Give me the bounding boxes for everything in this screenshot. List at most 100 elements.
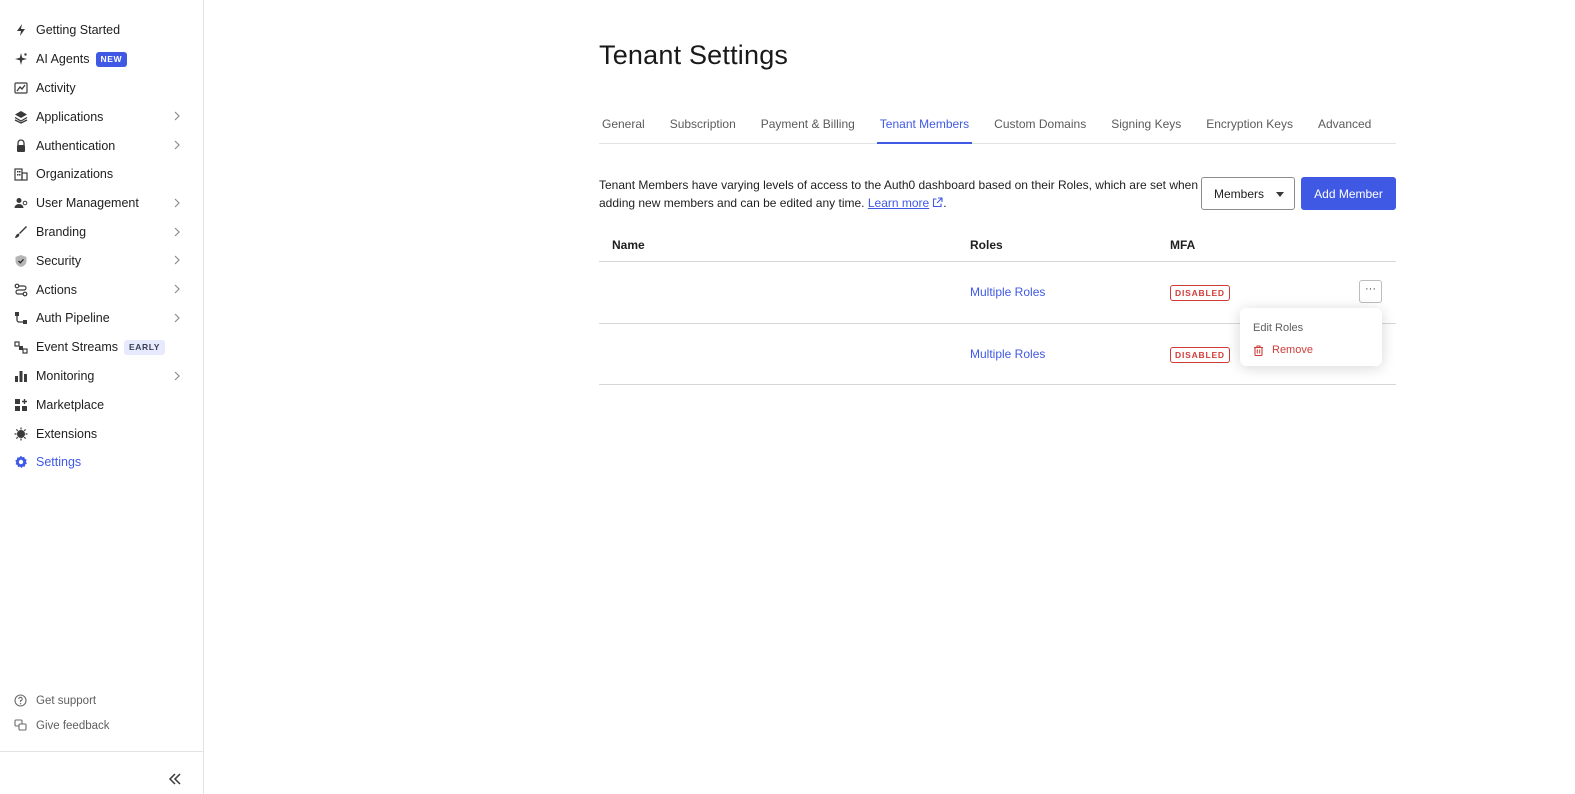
new-badge: NEW: [95, 51, 128, 67]
chevron-right-icon: [174, 284, 180, 294]
sidebar-item-label: Applications: [36, 109, 104, 124]
remove-label: Remove: [1272, 344, 1313, 356]
get-support-label: Get support: [36, 694, 97, 707]
sidebar-item-authentication[interactable]: Authentication: [0, 131, 203, 160]
feedback-icon: [14, 719, 27, 732]
caret-down-icon: [1276, 192, 1284, 197]
bolt-icon: [14, 23, 28, 37]
sidebar-item-label: Settings: [36, 455, 82, 470]
sidebar-item-branding[interactable]: Branding: [0, 218, 203, 247]
row-actions-menu: Edit Roles Remove: [1240, 308, 1382, 366]
sidebar-item-label: Marketplace: [36, 397, 105, 412]
tab-signing-keys[interactable]: Signing Keys: [1108, 110, 1184, 143]
learn-more-link[interactable]: Learn more: [868, 196, 929, 210]
sidebar-item-label: Extensions: [36, 426, 98, 441]
give-feedback-label: Give feedback: [36, 719, 110, 732]
sidebar-footer: Get support Give feedback: [0, 688, 203, 738]
help-circle-icon: [14, 694, 27, 707]
roles-link[interactable]: Multiple Roles: [970, 347, 1045, 361]
sidebar-item-activity[interactable]: Activity: [0, 74, 203, 103]
chevron-right-icon: [174, 140, 180, 150]
tab-payment-billing[interactable]: Payment & Billing: [758, 110, 858, 143]
roles-link[interactable]: Multiple Roles: [970, 285, 1045, 299]
sidebar-item-settings[interactable]: Settings: [0, 448, 203, 477]
members-filter-select[interactable]: Members: [1201, 177, 1295, 210]
chevron-right-icon: [174, 111, 180, 121]
shield-icon: [14, 254, 28, 268]
sidebar-item-label: Organizations: [36, 167, 114, 182]
brush-icon: [14, 225, 28, 239]
give-feedback-link[interactable]: Give feedback: [0, 713, 203, 738]
sidebar-item-monitoring[interactable]: Monitoring: [0, 362, 203, 391]
sidebar-item-label: Event Streams: [36, 340, 118, 355]
column-header-name: Name: [612, 238, 645, 252]
column-header-roles: Roles: [970, 238, 1003, 252]
row-actions-button[interactable]: ···: [1359, 280, 1382, 303]
chevron-right-icon: [174, 371, 180, 380]
page-title: Tenant Settings: [599, 40, 789, 70]
gear-icon: [14, 455, 28, 469]
chevron-right-icon: [174, 227, 180, 237]
sidebar-item-label: Actions: [36, 282, 77, 297]
sidebar-item-security[interactable]: Security: [0, 246, 203, 275]
sidebar-item-label: Security: [36, 253, 82, 268]
sidebar-item-label: Auth Pipeline: [36, 311, 110, 326]
tab-tenant-members[interactable]: Tenant Members: [876, 110, 973, 144]
mfa-status-badge: DISABLED: [1170, 285, 1230, 301]
edit-roles-label: Edit Roles: [1253, 322, 1304, 334]
sidebar-item-extensions[interactable]: Extensions: [0, 419, 203, 448]
edit-roles-menu-item[interactable]: Edit Roles: [1240, 317, 1382, 339]
sidebar-item-user-management[interactable]: User Management: [0, 189, 203, 218]
users-icon: [14, 196, 28, 210]
building-icon: [14, 167, 28, 181]
sidebar: Getting Started AI Agents NEW Activity A…: [0, 0, 204, 794]
sidebar-item-label: Branding: [36, 224, 87, 239]
remove-menu-item[interactable]: Remove: [1240, 339, 1382, 361]
early-badge: EARLY: [123, 339, 166, 355]
sidebar-item-label: Activity: [36, 80, 76, 95]
tab-general[interactable]: General: [599, 110, 648, 143]
streams-icon: [14, 340, 28, 354]
sidebar-item-event-streams[interactable]: Event Streams EARLY: [0, 333, 203, 362]
flow-icon: [14, 283, 28, 297]
chevron-right-icon: [174, 198, 180, 208]
sidebar-nav: Getting Started AI Agents NEW Activity A…: [0, 16, 203, 477]
sparkle-icon: [14, 52, 28, 66]
chevron-right-icon: [174, 255, 180, 265]
sidebar-item-auth-pipeline[interactable]: Auth Pipeline: [0, 304, 203, 333]
sidebar-item-label: Authentication: [36, 138, 116, 153]
sidebar-item-organizations[interactable]: Organizations: [0, 160, 203, 189]
activity-chart-icon: [14, 81, 28, 95]
sidebar-item-actions[interactable]: Actions: [0, 275, 203, 304]
puzzle-icon: [14, 427, 28, 441]
collapse-sidebar-icon[interactable]: [167, 771, 183, 787]
sidebar-item-label: User Management: [36, 196, 139, 211]
mfa-status-badge: DISABLED: [1170, 346, 1230, 363]
tab-advanced[interactable]: Advanced: [1315, 110, 1374, 143]
bar-chart-icon: [14, 369, 28, 383]
sidebar-item-applications[interactable]: Applications: [0, 102, 203, 131]
column-header-mfa: MFA: [1170, 238, 1196, 252]
grid-plus-icon: [14, 398, 28, 412]
settings-tabs: General Subscription Payment & Billing T…: [599, 110, 1396, 144]
members-filter-value: Members: [1214, 187, 1265, 201]
sidebar-item-getting-started[interactable]: Getting Started: [0, 16, 203, 45]
sidebar-item-label: Monitoring: [36, 368, 95, 383]
sidebar-item-ai-agents[interactable]: AI Agents NEW: [0, 45, 203, 74]
layers-icon: [14, 110, 28, 124]
sidebar-item-label: AI Agents: [36, 52, 90, 67]
get-support-link[interactable]: Get support: [0, 688, 203, 713]
trash-icon: [1253, 344, 1264, 356]
tab-custom-domains[interactable]: Custom Domains: [991, 110, 1089, 143]
sidebar-divider: [0, 751, 203, 752]
lock-icon: [14, 139, 28, 153]
tab-subscription[interactable]: Subscription: [667, 110, 739, 143]
tab-encryption-keys[interactable]: Encryption Keys: [1203, 110, 1296, 143]
pipeline-icon: [14, 311, 28, 325]
chevron-right-icon: [174, 313, 180, 323]
add-member-button[interactable]: Add Member: [1301, 177, 1396, 210]
sidebar-item-label: Getting Started: [36, 23, 121, 38]
sidebar-item-marketplace[interactable]: Marketplace: [0, 390, 203, 419]
table-header: Name Roles MFA: [599, 228, 1396, 262]
members-description: Tenant Members have varying levels of ac…: [599, 178, 1199, 210]
